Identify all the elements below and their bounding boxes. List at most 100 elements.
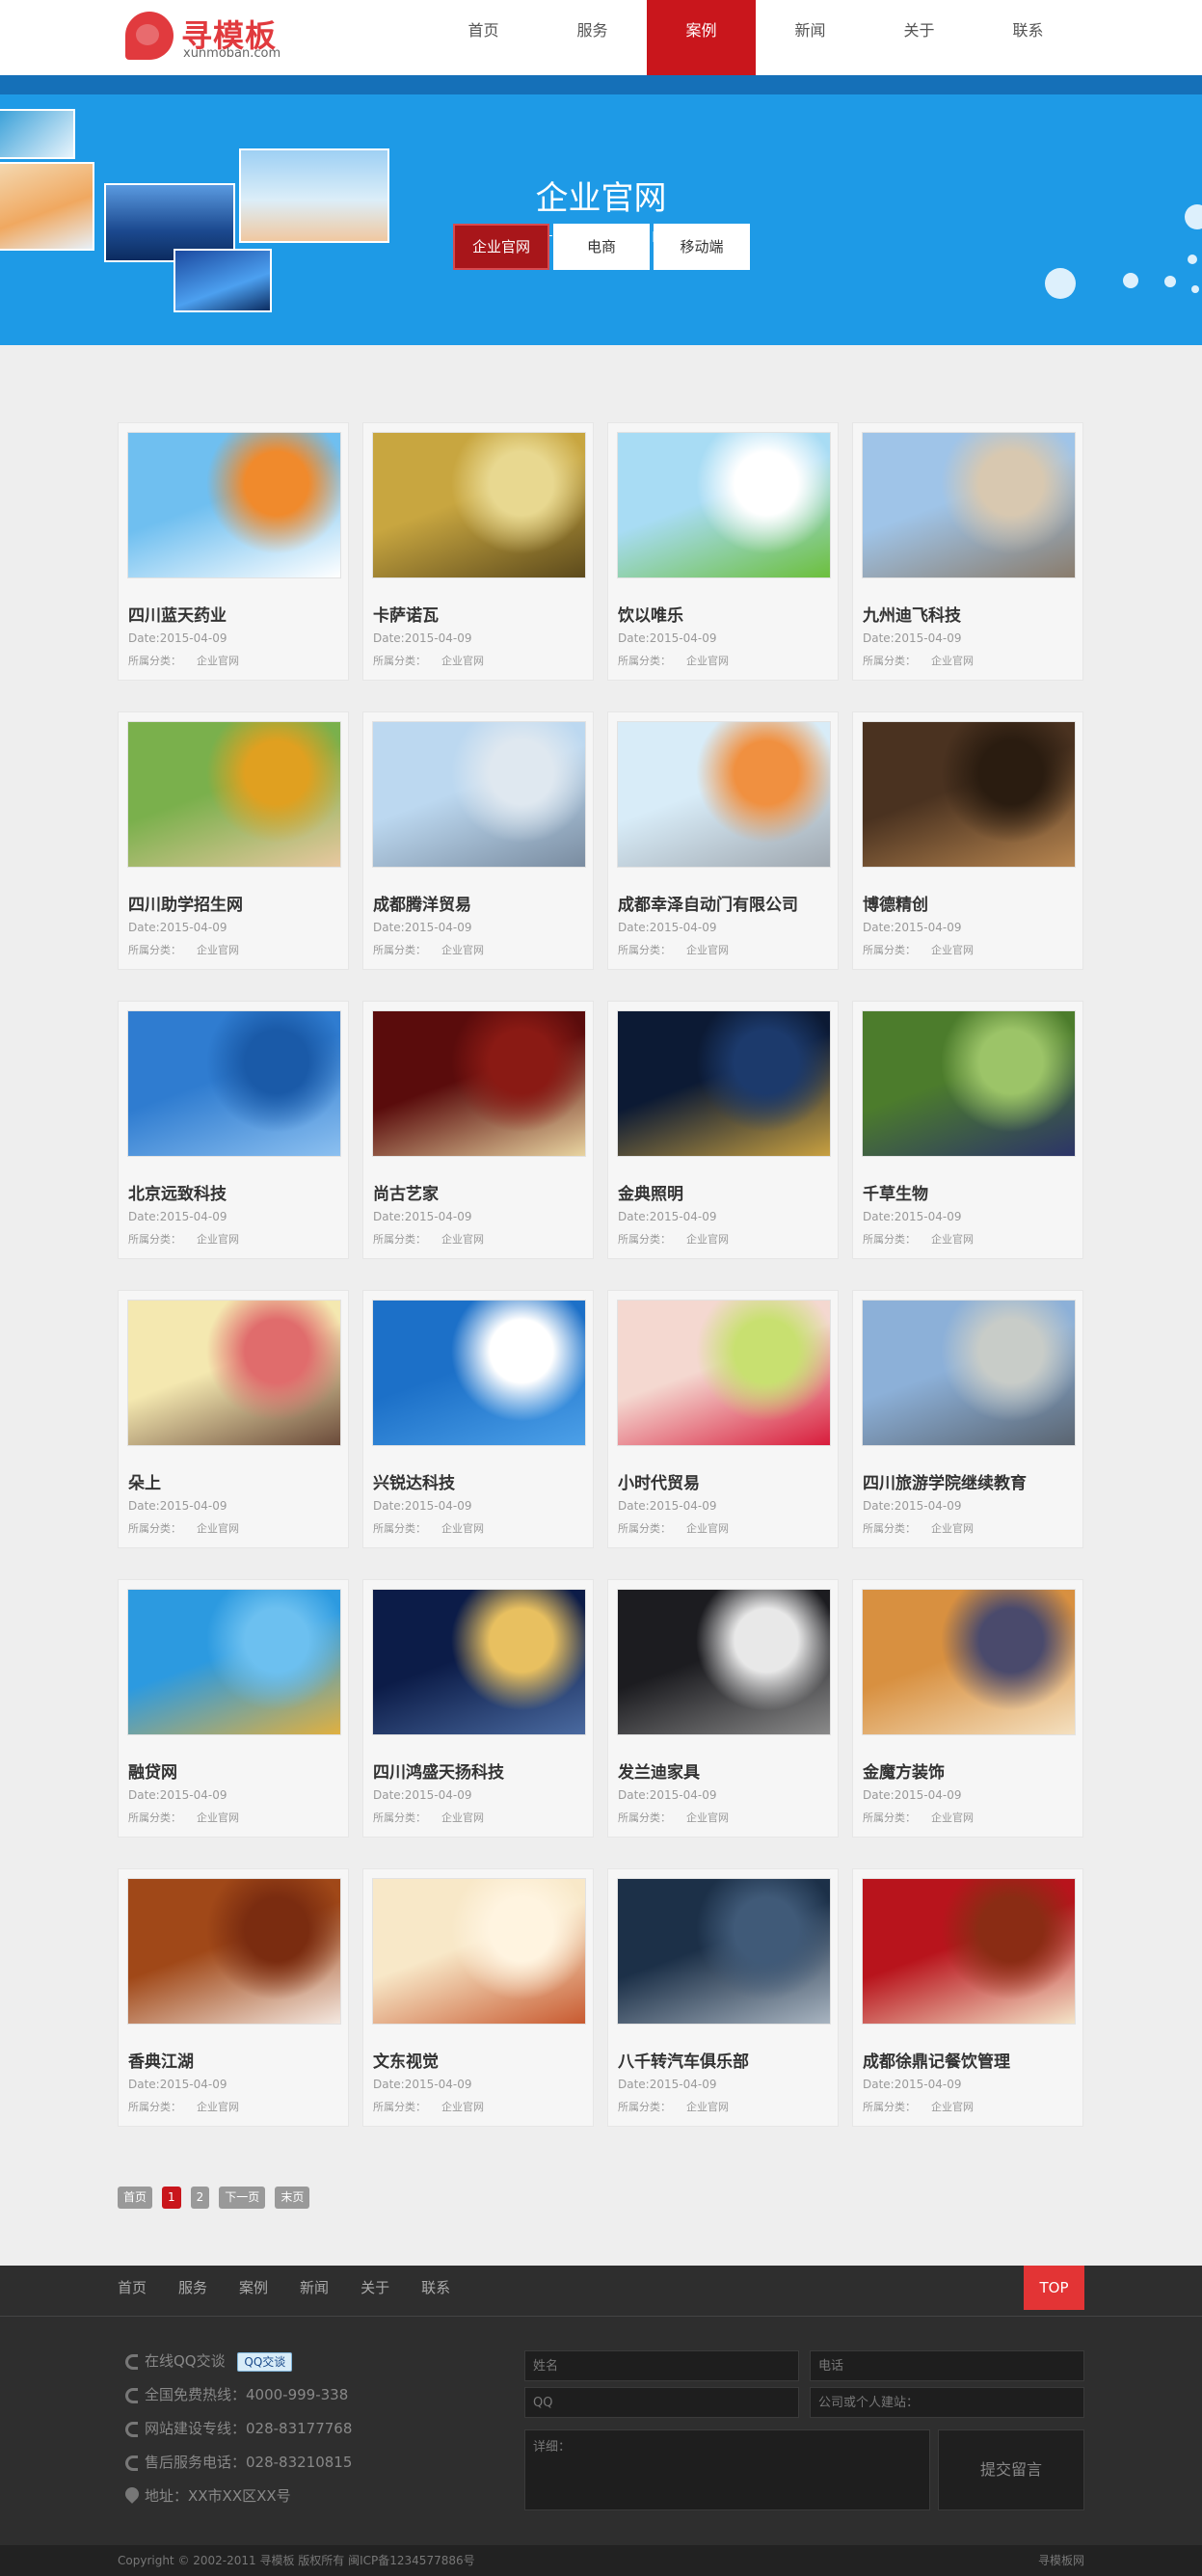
case-category-value[interactable]: 企业官网	[931, 1233, 974, 1246]
phone-field[interactable]	[810, 2350, 1084, 2381]
case-card[interactable]: 香典江湖 Date:2015-04-09 所属分类： 企业官网	[118, 1868, 349, 2127]
case-title[interactable]: 北京远致科技	[128, 1180, 227, 1204]
footer-nav-item[interactable]: 首页	[118, 2275, 147, 2300]
footer-nav-item[interactable]: 联系	[421, 2275, 450, 2300]
case-thumbnail[interactable]	[127, 721, 341, 868]
case-card[interactable]: 朵上 Date:2015-04-09 所属分类： 企业官网	[118, 1290, 349, 1548]
case-title[interactable]: 千草生物	[863, 1180, 928, 1204]
case-thumbnail[interactable]	[372, 1300, 586, 1446]
case-title[interactable]: 八千转汽车俱乐部	[618, 2048, 749, 2072]
case-category-value[interactable]: 企业官网	[441, 1811, 484, 1824]
case-card[interactable]: 成都徐鼎记餐饮管理 Date:2015-04-09 所属分类： 企业官网	[852, 1868, 1083, 2127]
case-category-value[interactable]: 企业官网	[686, 655, 729, 667]
case-card[interactable]: 八千转汽车俱乐部 Date:2015-04-09 所属分类： 企业官网	[607, 1868, 839, 2127]
nav-item[interactable]: 联系	[974, 0, 1082, 75]
case-thumbnail[interactable]	[127, 1878, 341, 2025]
case-thumbnail[interactable]	[372, 432, 586, 578]
case-card[interactable]: 融贷网 Date:2015-04-09 所属分类： 企业官网	[118, 1579, 349, 1838]
case-category-value[interactable]: 企业官网	[441, 2101, 484, 2113]
case-title[interactable]: 四川助学招生网	[128, 891, 243, 915]
case-title[interactable]: 文东视觉	[373, 2048, 439, 2072]
nav-item[interactable]: 新闻	[756, 0, 865, 75]
case-card[interactable]: 金魔方装饰 Date:2015-04-09 所属分类： 企业官网	[852, 1579, 1083, 1838]
nav-item[interactable]: 首页	[429, 0, 538, 75]
case-title[interactable]: 四川蓝天药业	[128, 602, 227, 626]
case-title[interactable]: 小时代贸易	[618, 1469, 700, 1493]
back-to-top-button[interactable]: TOP	[1024, 2266, 1084, 2310]
case-category-value[interactable]: 企业官网	[441, 655, 484, 667]
case-title[interactable]: 尚古艺家	[373, 1180, 439, 1204]
case-thumbnail[interactable]	[127, 1589, 341, 1735]
case-title[interactable]: 四川鸿盛天扬科技	[373, 1758, 504, 1783]
case-thumbnail[interactable]	[127, 432, 341, 578]
category-tab[interactable]: 企业官网	[453, 224, 549, 270]
case-thumbnail[interactable]	[862, 1300, 1076, 1446]
case-thumbnail[interactable]	[372, 1589, 586, 1735]
case-title[interactable]: 四川旅游学院继续教育	[863, 1469, 1027, 1493]
case-card[interactable]: 卡萨诺瓦 Date:2015-04-09 所属分类： 企业官网	[362, 422, 594, 681]
footer-nav-item[interactable]: 新闻	[300, 2275, 329, 2300]
case-title[interactable]: 博德精创	[863, 891, 928, 915]
case-card[interactable]: 四川蓝天药业 Date:2015-04-09 所属分类： 企业官网	[118, 422, 349, 681]
case-category-value[interactable]: 企业官网	[686, 1233, 729, 1246]
case-thumbnail[interactable]	[862, 432, 1076, 578]
page-1-button[interactable]: 1	[162, 2187, 181, 2209]
page-first-button[interactable]: 首页	[118, 2187, 153, 2209]
page-last-button[interactable]: 末页	[275, 2187, 310, 2209]
case-thumbnail[interactable]	[862, 1878, 1076, 2025]
case-card[interactable]: 千草生物 Date:2015-04-09 所属分类： 企业官网	[852, 1001, 1083, 1259]
case-title[interactable]: 融贷网	[128, 1758, 177, 1783]
case-category-value[interactable]: 企业官网	[197, 655, 239, 667]
case-title[interactable]: 九州迪飞科技	[863, 602, 961, 626]
case-category-value[interactable]: 企业官网	[197, 1522, 239, 1535]
case-card[interactable]: 四川旅游学院继续教育 Date:2015-04-09 所属分类： 企业官网	[852, 1290, 1083, 1548]
case-category-value[interactable]: 企业官网	[931, 655, 974, 667]
case-category-value[interactable]: 企业官网	[931, 944, 974, 956]
case-card[interactable]: 成都幸泽自动门有限公司 Date:2015-04-09 所属分类： 企业官网	[607, 711, 839, 970]
logo[interactable]: 寻模板 xunmoban.com	[125, 10, 289, 64]
case-card[interactable]: 金典照明 Date:2015-04-09 所属分类： 企业官网	[607, 1001, 839, 1259]
case-category-value[interactable]: 企业官网	[197, 2101, 239, 2113]
case-title[interactable]: 卡萨诺瓦	[373, 602, 439, 626]
case-category-value[interactable]: 企业官网	[686, 1522, 729, 1535]
case-thumbnail[interactable]	[617, 1589, 831, 1735]
case-thumbnail[interactable]	[127, 1300, 341, 1446]
case-category-value[interactable]: 企业官网	[441, 944, 484, 956]
case-category-value[interactable]: 企业官网	[931, 2101, 974, 2113]
case-card[interactable]: 成都腾洋贸易 Date:2015-04-09 所属分类： 企业官网	[362, 711, 594, 970]
case-title[interactable]: 成都腾洋贸易	[373, 891, 471, 915]
case-thumbnail[interactable]	[617, 721, 831, 868]
case-card[interactable]: 文东视觉 Date:2015-04-09 所属分类： 企业官网	[362, 1868, 594, 2127]
case-thumbnail[interactable]	[617, 1010, 831, 1157]
nav-item[interactable]: 服务	[538, 0, 647, 75]
case-category-value[interactable]: 企业官网	[197, 1811, 239, 1824]
case-title[interactable]: 朵上	[128, 1469, 161, 1493]
qq-field[interactable]	[524, 2387, 799, 2418]
case-card[interactable]: 四川助学招生网 Date:2015-04-09 所属分类： 企业官网	[118, 711, 349, 970]
case-card[interactable]: 九州迪飞科技 Date:2015-04-09 所属分类： 企业官网	[852, 422, 1083, 681]
case-thumbnail[interactable]	[617, 1878, 831, 2025]
case-thumbnail[interactable]	[127, 1010, 341, 1157]
case-title[interactable]: 成都幸泽自动门有限公司	[618, 891, 798, 915]
case-title[interactable]: 兴锐达科技	[373, 1469, 455, 1493]
case-category-value[interactable]: 企业官网	[931, 1811, 974, 1824]
case-title[interactable]: 饮以唯乐	[618, 602, 683, 626]
qq-chat-button[interactable]: QQ交谈	[237, 2351, 293, 2372]
case-category-value[interactable]: 企业官网	[931, 1522, 974, 1535]
case-category-value[interactable]: 企业官网	[686, 2101, 729, 2113]
case-title[interactable]: 金魔方装饰	[863, 1758, 945, 1783]
footer-nav-item[interactable]: 案例	[239, 2275, 268, 2300]
case-card[interactable]: 兴锐达科技 Date:2015-04-09 所属分类： 企业官网	[362, 1290, 594, 1548]
case-category-value[interactable]: 企业官网	[441, 1233, 484, 1246]
case-thumbnail[interactable]	[617, 1300, 831, 1446]
case-card[interactable]: 饮以唯乐 Date:2015-04-09 所属分类： 企业官网	[607, 422, 839, 681]
case-thumbnail[interactable]	[862, 1589, 1076, 1735]
case-title[interactable]: 金典照明	[618, 1180, 683, 1204]
site-field[interactable]	[810, 2387, 1084, 2418]
case-title[interactable]: 香典江湖	[128, 2048, 194, 2072]
category-tab[interactable]: 电商	[553, 224, 650, 270]
case-title[interactable]: 成都徐鼎记餐饮管理	[863, 2048, 1010, 2072]
case-card[interactable]: 北京远致科技 Date:2015-04-09 所属分类： 企业官网	[118, 1001, 349, 1259]
footer-nav-item[interactable]: 关于	[361, 2275, 389, 2300]
case-thumbnail[interactable]	[862, 1010, 1076, 1157]
